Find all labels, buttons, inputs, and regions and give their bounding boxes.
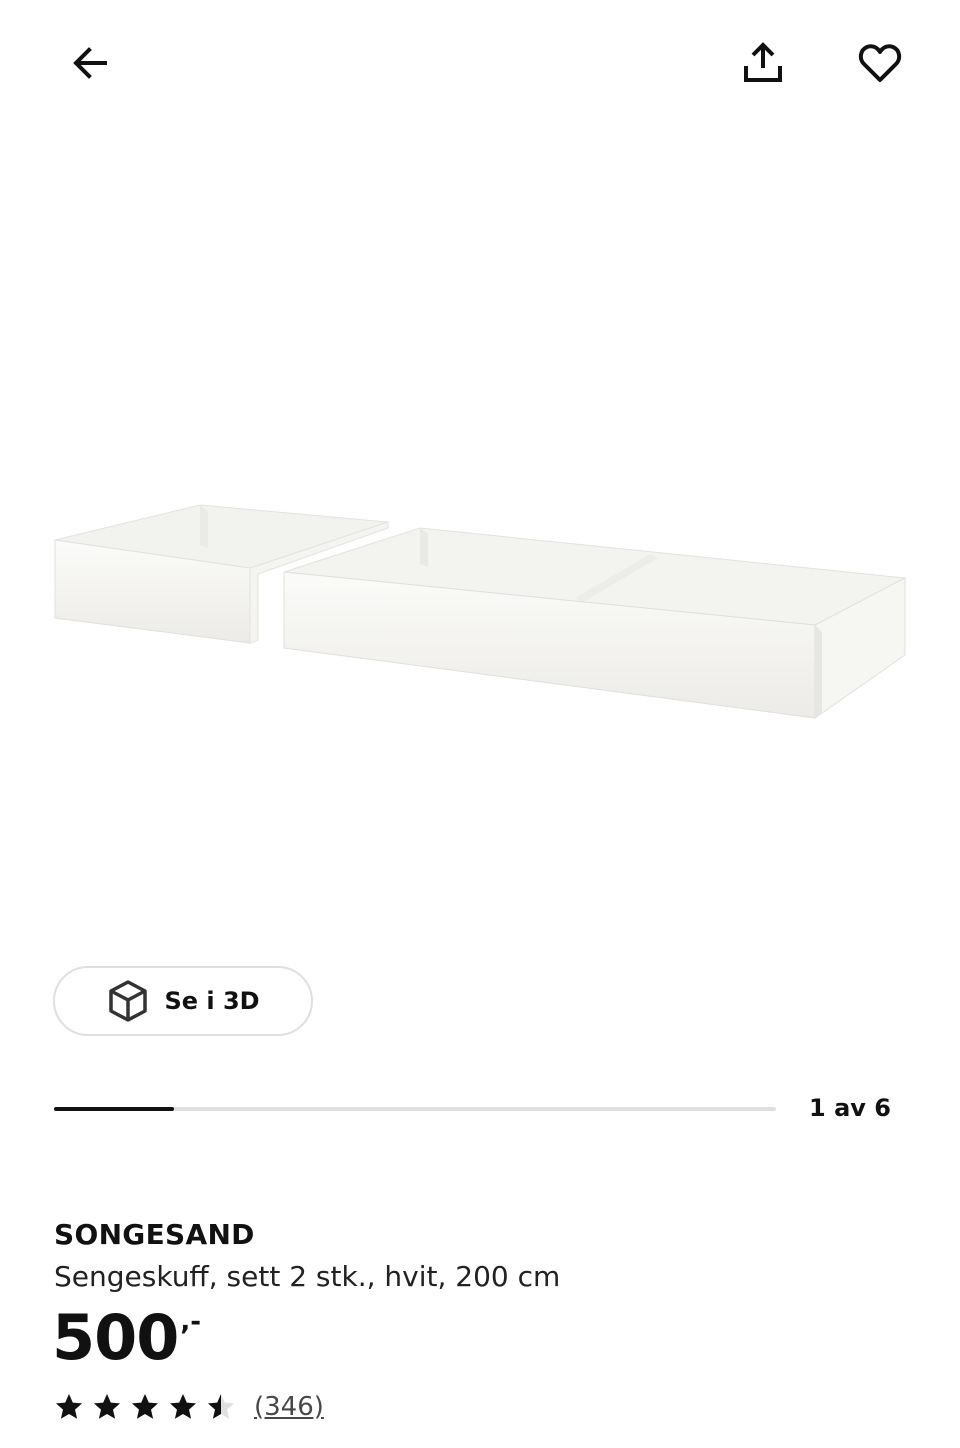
star-full-icon (132, 1394, 158, 1419)
star-full-icon (56, 1394, 82, 1419)
heart-outline-icon (858, 44, 902, 82)
cube-3d-icon (109, 980, 148, 1022)
price-integer: 500 (52, 1301, 179, 1374)
back-button[interactable] (58, 31, 122, 95)
view-in-3d-label: Se i 3D (164, 987, 260, 1015)
product-price: 500 ,- (52, 1302, 201, 1374)
product-image[interactable] (0, 130, 960, 950)
carousel-page-counter: 1 av 6 (809, 1094, 891, 1122)
rating-stars (54, 1392, 236, 1422)
star-full-icon (94, 1394, 120, 1419)
favorite-button[interactable] (848, 31, 912, 95)
top-bar (0, 0, 960, 130)
review-count-link[interactable]: (346) (254, 1392, 324, 1422)
share-button[interactable] (731, 31, 795, 95)
price-decimal: ,- (180, 1307, 202, 1337)
carousel-progress-fill (54, 1107, 175, 1111)
product-name: SONGESAND (54, 1218, 255, 1251)
star-half-icon (208, 1394, 234, 1419)
share-upload-icon (744, 42, 782, 82)
product-description: Sengeskuff, sett 2 stk., hvit, 200 cm (54, 1260, 561, 1293)
bed-drawer-image (54, 504, 907, 719)
arrow-left-icon (73, 47, 107, 79)
carousel-progress-track (54, 1107, 776, 1111)
product-rating[interactable]: (346) (54, 1392, 324, 1422)
star-full-icon (170, 1394, 196, 1419)
view-in-3d-button[interactable]: Se i 3D (53, 966, 313, 1036)
